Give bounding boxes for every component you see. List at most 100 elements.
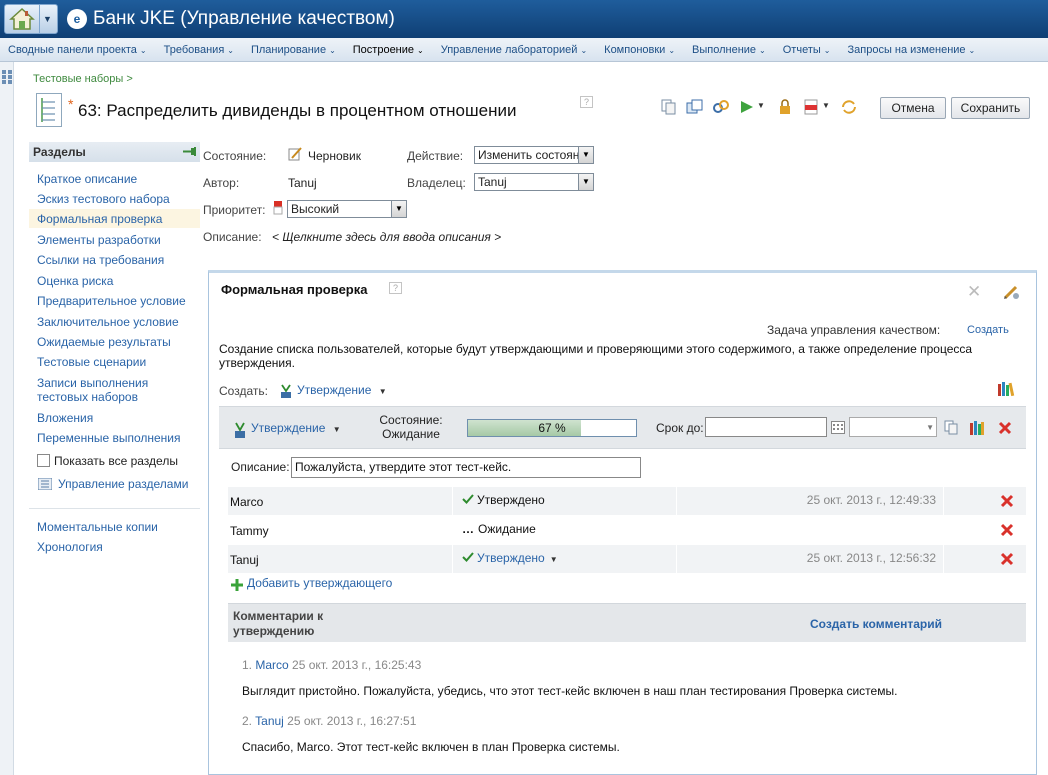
sidebar-item-4[interactable]: Ссылки на требования <box>37 253 197 267</box>
manage-sections-link[interactable]: Управление разделами <box>58 477 188 491</box>
sidebar-item-8[interactable]: Ожидаемые результаты <box>37 335 197 349</box>
nav-item-2[interactable]: Планирование ⌄ <box>251 44 336 56</box>
due-time-select[interactable]: ▼ <box>849 417 937 437</box>
comment-author-link[interactable]: Tanuj <box>255 714 284 728</box>
sidebar-item-3[interactable]: Элементы разработки <box>37 233 197 247</box>
show-all-checkbox[interactable] <box>37 454 50 467</box>
chevron-down-icon[interactable]: ▼ <box>39 5 55 33</box>
pin-icon[interactable] <box>183 147 197 156</box>
history-link[interactable]: Хронология <box>37 540 197 554</box>
approval-type-label: Утверждение <box>251 421 326 435</box>
library-icon[interactable] <box>969 420 985 436</box>
action-select[interactable]: Изменить состояние ▼ <box>474 146 594 164</box>
manage-sections-icon[interactable] <box>38 478 52 490</box>
check-icon <box>462 551 474 565</box>
sidebar-item-1[interactable]: Эскиз тестового набора <box>37 192 197 206</box>
home-button[interactable]: ▼ <box>4 4 58 34</box>
nav-item-3[interactable]: Построение ⌄ <box>353 44 424 56</box>
pdf-icon[interactable] <box>802 99 820 115</box>
comment-meta: 2. Tanuj 25 окт. 2013 г., 16:27:51 <box>242 714 416 728</box>
chevron-down-icon: ▼ <box>378 387 387 396</box>
chevron-down-icon: ⌄ <box>139 45 147 55</box>
create-approval-menu[interactable]: Утверждение ▼ <box>297 383 387 397</box>
page-title: 63: Распределить дивиденды в процентном … <box>78 101 517 120</box>
sidebar-item-0[interactable]: Краткое описание <box>37 172 197 186</box>
owner-select[interactable]: Tanuj ▼ <box>474 173 594 191</box>
breadcrumb[interactable]: Тестовые наборы > <box>33 73 133 85</box>
table-row: Tanuj Утверждено ▼ 25 окт. 2013 г., 12:56:3… <box>228 545 1026 573</box>
nav-item-1[interactable]: Требования ⌄ <box>164 44 234 56</box>
nav-item-7[interactable]: Отчеты ⌄ <box>783 44 831 56</box>
quality-task-create-link[interactable]: Создать <box>967 324 1009 336</box>
sidebar-item-6[interactable]: Предварительное условие <box>37 294 197 308</box>
approval-icon <box>235 422 245 438</box>
delete-icon[interactable] <box>1000 552 1014 566</box>
sidebar-item-12[interactable]: Переменные выполнения <box>37 431 197 445</box>
sidebar-item-11[interactable]: Вложения <box>37 411 197 425</box>
check-icon <box>462 493 474 507</box>
owner-select-value: Tanuj <box>478 175 507 189</box>
copy-icon[interactable] <box>660 99 678 115</box>
approval-type-menu[interactable]: Утверждение ▼ <box>251 421 341 435</box>
comment-author-link[interactable]: Marco <box>255 658 288 672</box>
nav-item-0[interactable]: Сводные панели проекта ⌄ <box>8 44 147 56</box>
close-icon[interactable]: ✕ <box>967 283 981 300</box>
comments-title: Комментарии к утверждению <box>233 609 324 638</box>
approver-status[interactable]: Утверждено ▼ <box>462 551 558 565</box>
approver-name: Marco <box>230 495 264 509</box>
run-icon[interactable] <box>738 99 756 115</box>
help-icon[interactable]: ? <box>389 282 402 294</box>
approval-description-input[interactable]: Пожалуйста, утвердите этот тест-кейс. <box>291 457 641 478</box>
sidebar-item-7[interactable]: Заключительное условие <box>37 315 197 329</box>
chevron-down-icon: ▼ <box>391 201 406 217</box>
approver-date: 25 окт. 2013 г., 12:49:33 <box>806 493 936 507</box>
library-icon[interactable] <box>997 382 1015 397</box>
edit-icon[interactable] <box>1002 283 1020 301</box>
duplicate-icon[interactable] <box>686 99 704 115</box>
delete-icon[interactable] <box>1000 523 1014 537</box>
save-button[interactable]: Сохранить <box>951 97 1030 119</box>
help-icon[interactable]: ? <box>580 96 593 108</box>
description-placeholder[interactable]: < Щелкните здесь для ввода описания > <box>272 230 501 244</box>
test-suite-icon <box>36 93 62 127</box>
main-nav: Сводные панели проекта ⌄ Требования ⌄ Планир… <box>0 38 1048 62</box>
sidebar-divider <box>29 508 200 509</box>
sidebar-item-10[interactable]: Записи выполнения тестовых наборов <box>37 376 167 404</box>
approver-status-label: Ожидание <box>478 522 536 536</box>
nav-item-4[interactable]: Управление лабораторией ⌄ <box>441 44 587 56</box>
comment-meta: 1. Marco 25 окт. 2013 г., 16:25:43 <box>242 658 421 672</box>
column-divider <box>676 516 677 544</box>
export-menu-chevron-icon[interactable]: ▼ <box>822 101 840 117</box>
snapshots-link[interactable]: Моментальные копии <box>37 520 197 534</box>
table-row: Marco Утверждено 25 окт. 2013 г., 12:49:33 <box>228 487 1026 515</box>
column-divider <box>452 487 453 515</box>
add-approver-link[interactable]: Добавить утверждающего <box>247 576 392 590</box>
cancel-button[interactable]: Отмена <box>880 97 946 119</box>
column-divider <box>943 516 944 544</box>
approver-status: Утверждено <box>462 493 545 507</box>
sidebar-item-5[interactable]: Оценка риска <box>37 274 197 288</box>
sidebar-item-9[interactable]: Тестовые сценарии <box>37 355 197 369</box>
nav-item-8[interactable]: Запросы на изменение ⌄ <box>847 44 975 56</box>
link-icon[interactable] <box>712 99 730 115</box>
column-divider <box>452 545 453 573</box>
grid-icon[interactable] <box>2 70 12 84</box>
delete-icon[interactable] <box>1000 494 1014 508</box>
nav-item-6[interactable]: Выполнение ⌄ <box>692 44 766 56</box>
run-menu-chevron-icon[interactable]: ▼ <box>757 101 775 117</box>
approver-status: … Ожидание <box>462 522 536 536</box>
sections-header: Разделы <box>29 142 200 162</box>
description-label: Описание: <box>203 230 262 244</box>
lock-icon[interactable] <box>776 99 794 115</box>
refresh-icon[interactable] <box>840 99 858 115</box>
priority-select[interactable]: Высокий ▼ <box>287 200 407 218</box>
sidebar-item-2[interactable]: Формальная проверка <box>29 209 200 228</box>
copy-icon[interactable] <box>943 420 959 436</box>
delete-icon[interactable] <box>997 420 1013 436</box>
due-date-input[interactable] <box>705 417 827 437</box>
create-comment-link[interactable]: Создать комментарий <box>810 617 942 631</box>
nav-item-5[interactable]: Компоновки ⌄ <box>604 44 675 56</box>
chevron-down-icon: ▼ <box>926 423 934 432</box>
formal-review-panel: Формальная проверка ? ✕ Задача управлени… <box>208 270 1037 775</box>
calendar-icon[interactable] <box>831 421 845 434</box>
